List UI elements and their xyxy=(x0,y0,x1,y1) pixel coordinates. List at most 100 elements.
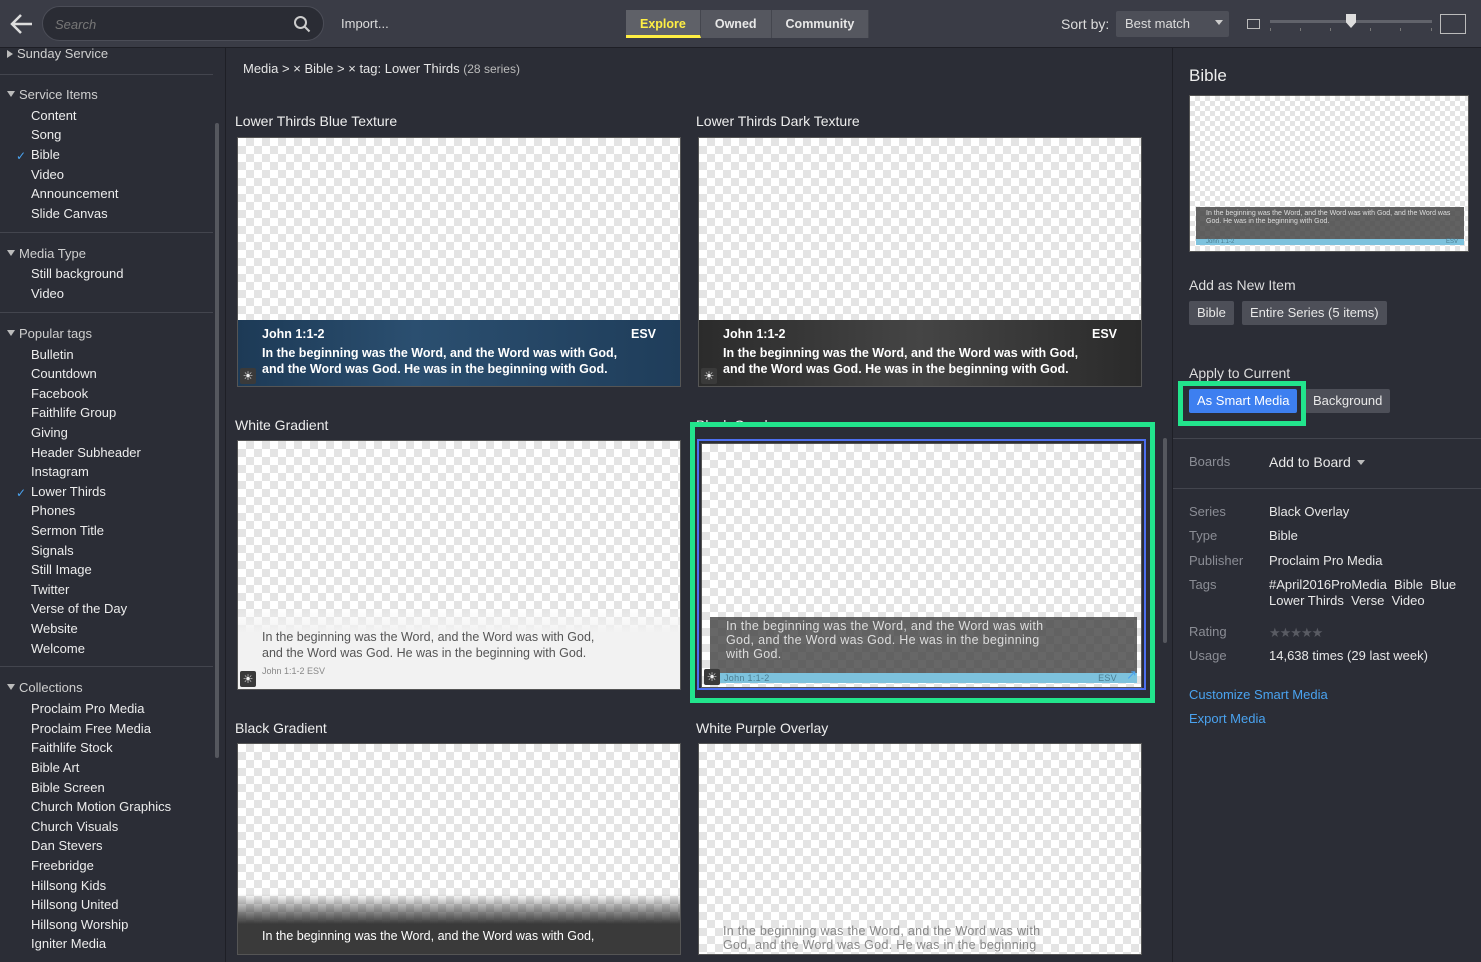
small-thumbnail-icon[interactable] xyxy=(1247,19,1260,29)
filter-item-slide-canvas[interactable]: Slide Canvas xyxy=(31,206,108,221)
tag-item-lower-thirds[interactable]: ✓ Lower Thirds xyxy=(16,484,106,500)
search-icon[interactable] xyxy=(293,15,311,33)
back-arrow-icon[interactable] xyxy=(8,10,38,38)
add-bible-button[interactable]: Bible xyxy=(1189,301,1234,325)
collection-item[interactable]: Faithlife Stock xyxy=(31,740,113,755)
tag-item[interactable]: Welcome xyxy=(31,641,85,656)
section-service-items[interactable]: Service Items xyxy=(7,87,98,102)
tab-explore[interactable]: Explore xyxy=(626,10,701,38)
tag-item[interactable]: Verse of the Day xyxy=(31,601,127,616)
preview-text: In the beginning was the Word, and the W… xyxy=(1206,210,1451,225)
divider xyxy=(0,232,213,233)
verse-line: and the Word was God. He was in the begi… xyxy=(723,362,1069,376)
section-label: Sunday Service xyxy=(17,48,109,61)
collection-item[interactable]: Proclaim Pro Media xyxy=(31,701,144,716)
filter-label: Lower Thirds xyxy=(31,484,106,499)
brightness-icon: ☀ xyxy=(701,368,717,384)
tag-item[interactable]: Phones xyxy=(31,503,75,518)
filter-item-video-type[interactable]: Video xyxy=(31,286,64,301)
remove-filter-bible[interactable]: × Bible xyxy=(293,61,333,76)
tag-item[interactable]: Instagram xyxy=(31,464,89,479)
tag-item[interactable]: Bulletin xyxy=(31,347,74,362)
thumbnail-size-slider[interactable] xyxy=(1270,14,1432,31)
add-entire-series-button[interactable]: Entire Series (5 items) xyxy=(1242,301,1387,325)
tag-item[interactable]: Website xyxy=(31,621,78,636)
verse-version: ESV xyxy=(307,666,326,676)
collection-item[interactable]: Dan Stevers xyxy=(31,838,103,853)
verse-line: In the beginning was the Word, and the W… xyxy=(723,924,1041,938)
media-card[interactable]: In the beginning was the Word, and the W… xyxy=(237,440,681,690)
media-card[interactable]: John 1:1-2 ESV In the beginning was the W… xyxy=(237,137,681,387)
collection-item[interactable]: Church Motion Graphics xyxy=(31,799,171,814)
tag-item[interactable]: Giving xyxy=(31,425,68,440)
tag-item[interactable]: Facebook xyxy=(31,386,88,401)
tag-item[interactable]: Faithlife Group xyxy=(31,405,116,420)
collection-item[interactable]: Bible Screen xyxy=(31,780,105,795)
meta-tags[interactable]: #April2016ProMedia Bible Blue Lower Thir… xyxy=(1269,577,1459,609)
section-sunday-service[interactable]: Sunday Service xyxy=(7,48,108,61)
background-button[interactable]: Background xyxy=(1305,389,1391,413)
section-media-type[interactable]: Media Type xyxy=(7,246,86,261)
brightness-icon: ☀ xyxy=(240,671,256,687)
media-card[interactable]: In the beginning was the Word, and the W… xyxy=(698,743,1142,955)
media-card[interactable]: In the beginning was the Word, and the W… xyxy=(237,743,681,955)
sort-value: Best match xyxy=(1125,16,1191,31)
tag-item[interactable]: Twitter xyxy=(31,582,69,597)
sidebar-scrollbar[interactable] xyxy=(215,123,219,758)
collection-item[interactable]: Hillsong United xyxy=(31,897,118,912)
slider-handle[interactable] xyxy=(1346,14,1356,28)
filter-item-still-background[interactable]: Still background xyxy=(31,266,124,281)
export-media-link[interactable]: Export Media xyxy=(1189,711,1266,726)
collection-item[interactable]: Church Visuals xyxy=(31,819,118,834)
meta-series-link[interactable]: Black Overlay xyxy=(1269,504,1349,520)
import-button[interactable]: Import... xyxy=(341,16,389,31)
customize-smart-media-link[interactable]: Customize Smart Media xyxy=(1189,687,1328,702)
meta-key-publisher: Publisher xyxy=(1189,553,1244,568)
add-to-board-dropdown[interactable]: Add to Board xyxy=(1269,454,1365,470)
section-label: Service Items xyxy=(19,87,98,102)
card-title: Lower Thirds Blue Texture xyxy=(235,113,398,129)
collection-item[interactable]: Proclaim Free Media xyxy=(31,721,151,736)
section-collections[interactable]: Collections xyxy=(7,680,83,695)
collection-item[interactable]: Bible Art xyxy=(31,760,79,775)
meta-type: Bible xyxy=(1269,528,1298,543)
search-input[interactable] xyxy=(55,14,285,34)
card-title: Lower Thirds Dark Texture xyxy=(696,113,860,129)
tag-item[interactable]: Countdown xyxy=(31,366,97,381)
meta-key-tags: Tags xyxy=(1189,577,1217,592)
media-card[interactable]: John 1:1-2 ESV In the beginning was the W… xyxy=(698,137,1142,387)
chevron-down-icon xyxy=(1356,460,1365,465)
top-toolbar: Import... Explore Owned Community Sort b… xyxy=(0,0,1481,48)
filter-item-announcement[interactable]: Announcement xyxy=(31,186,118,201)
section-label: Media Type xyxy=(19,246,86,261)
tab-owned[interactable]: Owned xyxy=(700,10,772,38)
filter-item-bible[interactable]: ✓ Bible xyxy=(16,147,60,163)
sort-dropdown[interactable]: Best match xyxy=(1116,11,1229,37)
tab-community[interactable]: Community xyxy=(771,10,870,38)
meta-publisher-link[interactable]: Proclaim Pro Media xyxy=(1269,553,1382,569)
board-label: Add to Board xyxy=(1269,454,1351,470)
collection-item[interactable]: Igniter Media xyxy=(31,936,106,951)
remove-filter-tag[interactable]: × tag: Lower Thirds xyxy=(348,61,459,76)
preview-lower-third: In the beginning was the Word, and the W… xyxy=(1196,207,1464,245)
verse-line: In the beginning was the Word, and the W… xyxy=(262,346,618,360)
breadcrumb-media[interactable]: Media xyxy=(243,61,278,76)
tag-item[interactable]: Sermon Title xyxy=(31,523,104,538)
verse-ref: John 1:1-2 xyxy=(723,327,786,341)
filter-item-video[interactable]: Video xyxy=(31,167,64,182)
collection-item[interactable]: Hillsong Worship xyxy=(31,917,128,932)
tag-item[interactable]: Header Subheader xyxy=(31,445,141,460)
card-title: White Gradient xyxy=(235,417,329,433)
verse-version: ESV xyxy=(1445,239,1458,245)
collection-item[interactable]: Freebridge xyxy=(31,858,94,873)
rating-stars[interactable]: ★★★★★ xyxy=(1269,625,1323,641)
section-popular-tags[interactable]: Popular tags xyxy=(7,326,92,341)
large-thumbnail-icon[interactable] xyxy=(1440,14,1466,34)
grid-scrollbar[interactable] xyxy=(1163,438,1167,643)
filter-item-song[interactable]: Song xyxy=(31,127,61,142)
filter-item-content[interactable]: Content xyxy=(31,108,77,123)
tag-item[interactable]: Still Image xyxy=(31,562,92,577)
collection-item[interactable]: Hillsong Kids xyxy=(31,878,106,893)
verse-line: God, and the Word was God. He was in the… xyxy=(723,938,1037,952)
tag-item[interactable]: Signals xyxy=(31,543,74,558)
